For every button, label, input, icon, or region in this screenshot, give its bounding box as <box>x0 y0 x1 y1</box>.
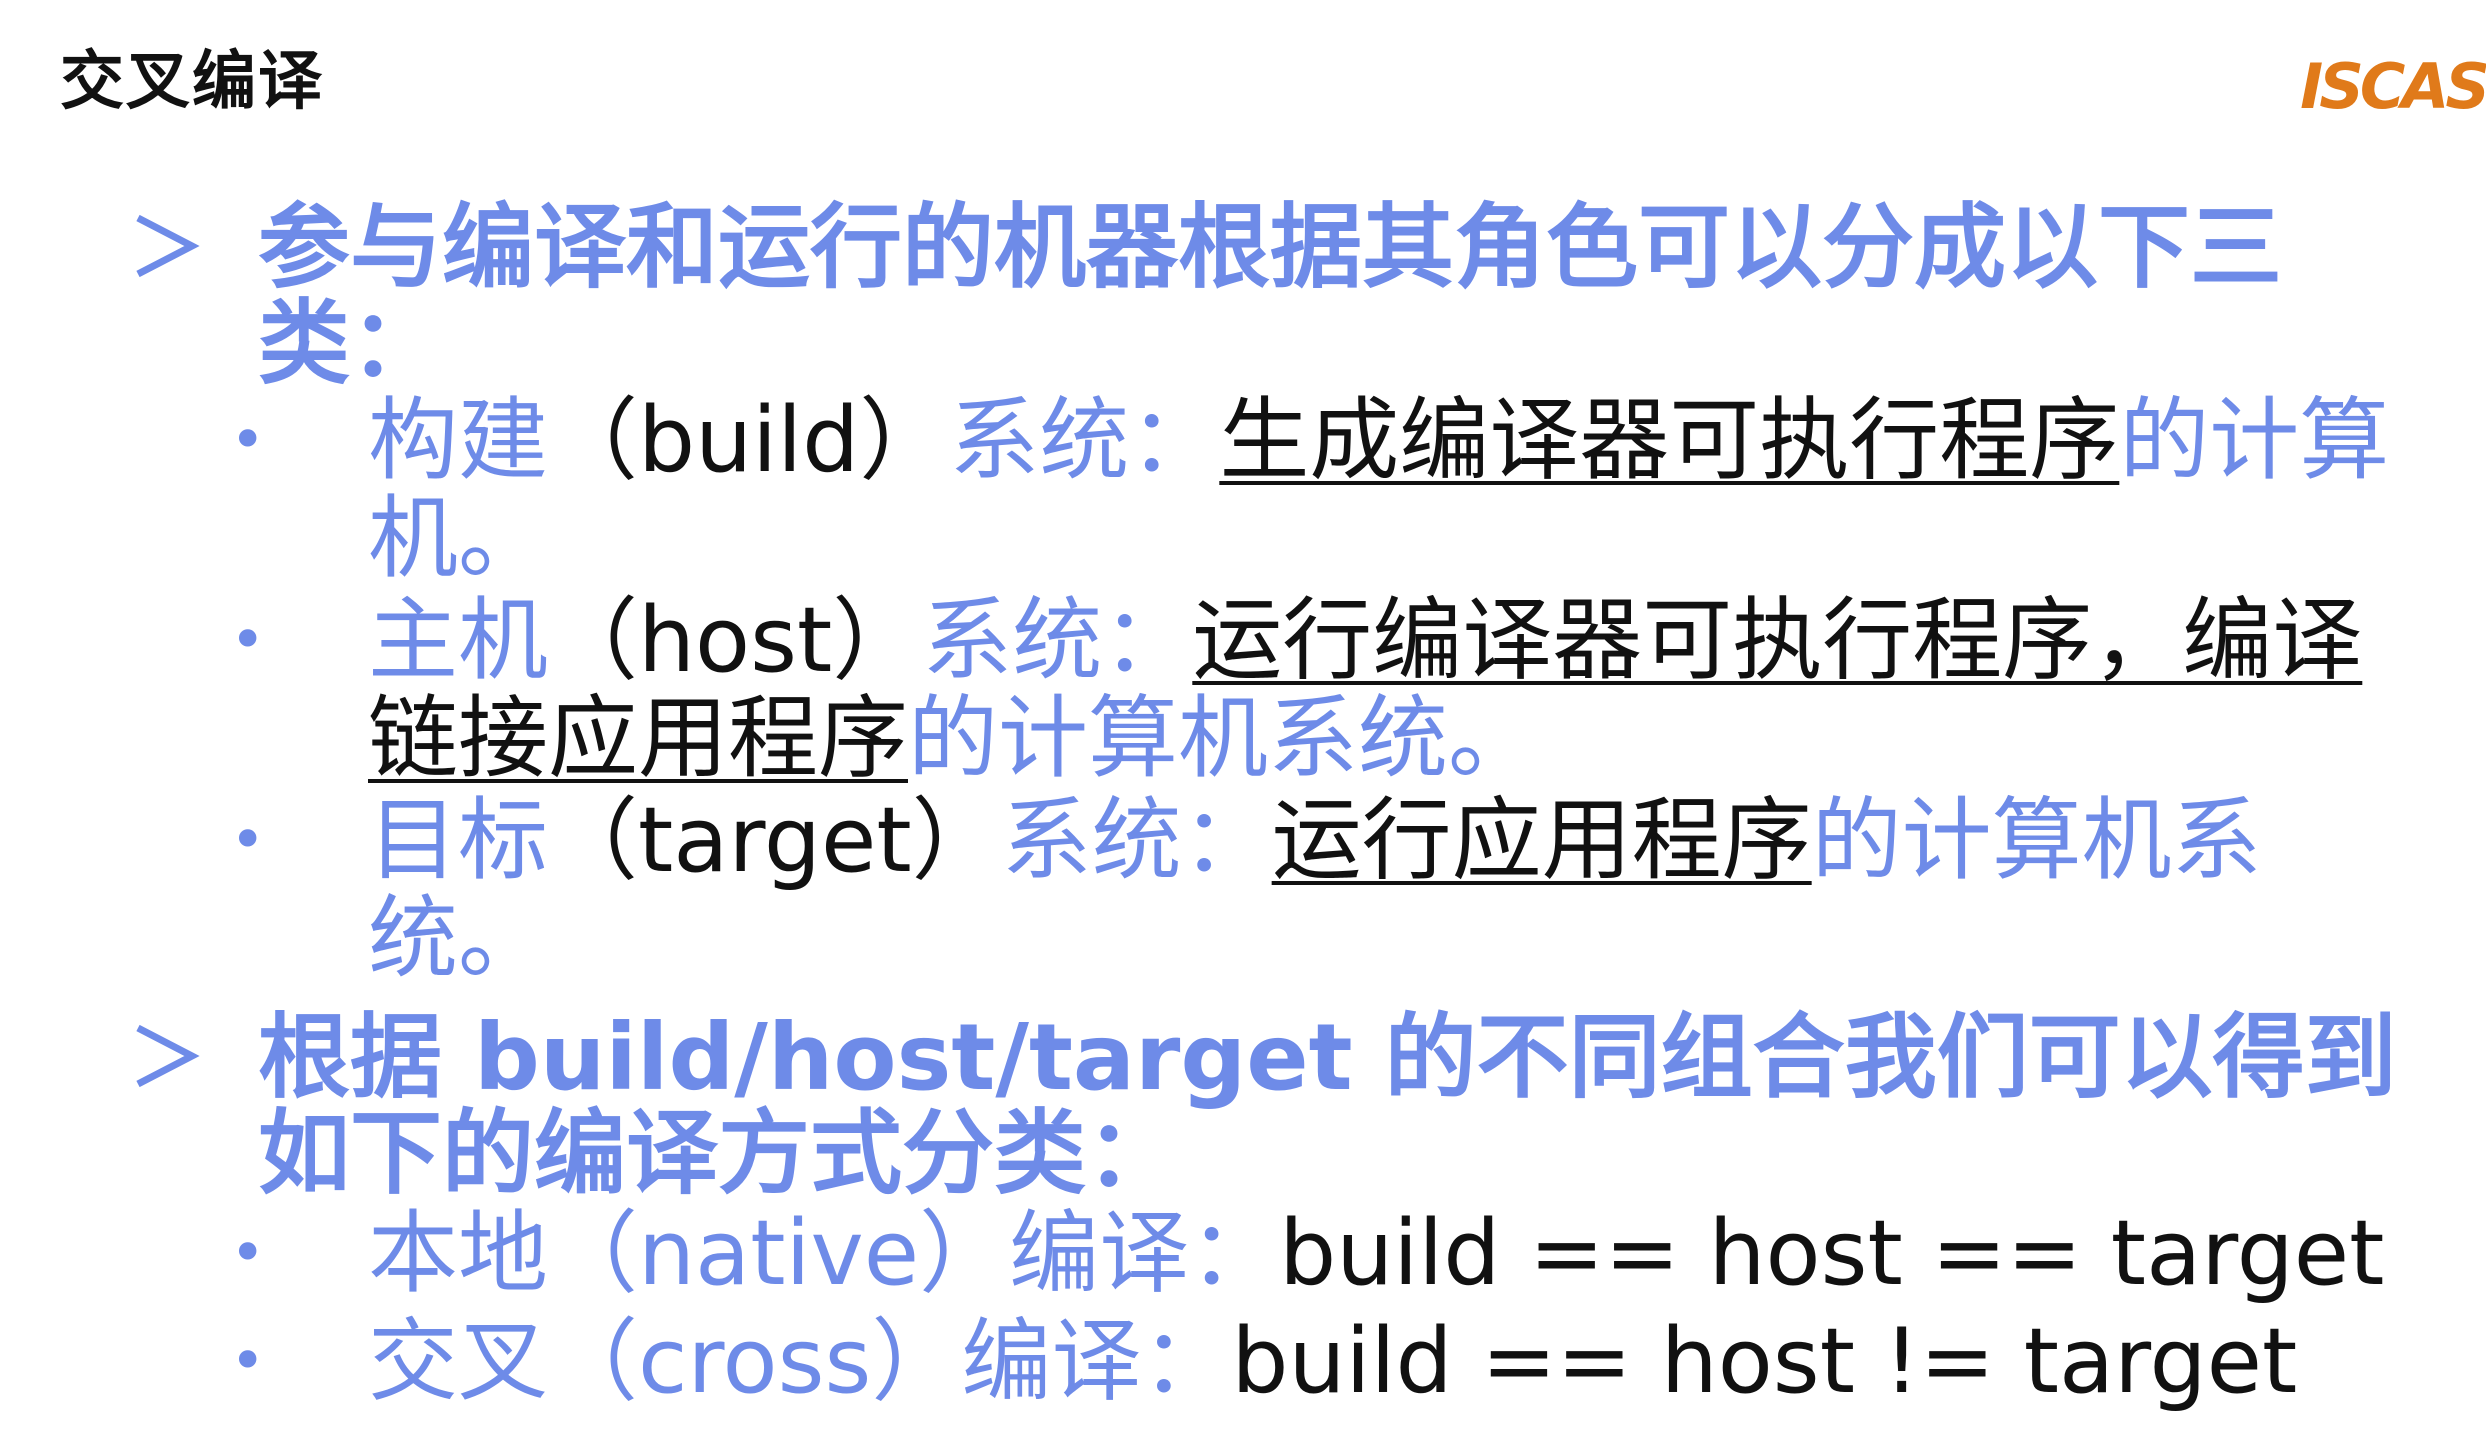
item-term: （target） <box>548 788 1002 893</box>
item-name: 构建 <box>368 388 548 493</box>
item-term: （native） <box>548 1201 1010 1306</box>
arrow-bullet-icon <box>136 1024 200 1088</box>
item-definition: 运行应用程序 <box>1271 788 1812 893</box>
item-role: 编译： <box>1009 1201 1280 1306</box>
item-name: 主机 <box>368 588 548 693</box>
section-heading-text: 根据 build/host/target 的不同组合我们可以得到如下的编译方式分… <box>258 1004 2397 1207</box>
list-item-cross: • 交叉（cross）编译：build == host != target <box>230 1313 2430 1411</box>
dot-bullet-icon: • <box>230 605 266 675</box>
item-role: 编译： <box>961 1309 1232 1414</box>
item-role: 系统： <box>922 588 1193 693</box>
section-heading-1: 参与编译和运行的机器根据其角色可以分成以下三类： <box>130 200 2430 392</box>
item-role: 系统： <box>949 388 1220 493</box>
slide-title: 交叉编译 <box>60 45 324 119</box>
iscas-logo: ISCAS <box>2300 52 2486 122</box>
list-item-text: 目标（target）系统：运行应用程序的计算机系统。 <box>368 792 2430 988</box>
item-name: 本地 <box>368 1201 548 1306</box>
list-item-text: 构建（build）系统：生成编译器可执行程序的计算机。 <box>368 392 2430 588</box>
item-term: （build） <box>548 388 950 493</box>
item-expression: build == host == target <box>1279 1201 2385 1306</box>
item-term: （host） <box>548 588 923 693</box>
dot-bullet-icon: • <box>230 805 266 875</box>
item-role: 系统： <box>1001 788 1272 893</box>
section-heading-text: 参与编译和运行的机器根据其角色可以分成以下三类： <box>258 194 2283 397</box>
slide: 交叉编译 ISCAS 参与编译和运行的机器根据其角色可以分成以下三类： • 构建… <box>0 0 2486 1436</box>
list-item-text: 本地（native）编译：build == host == target <box>368 1205 2430 1303</box>
item-definition: 生成编译器可执行程序 <box>1219 388 2120 493</box>
dot-bullet-icon: • <box>230 1218 266 1288</box>
list-item-target: • 目标（target）系统：运行应用程序的计算机系统。 <box>230 792 2430 988</box>
item-expression: build == host != target <box>1231 1309 2298 1414</box>
dot-bullet-icon: • <box>230 405 266 475</box>
list-item-text: 主机（host）系统：运行编译器可执行程序，编译链接应用程序的计算机系统。 <box>368 592 2430 788</box>
arrow-bullet-icon <box>136 214 200 278</box>
item-name: 目标 <box>368 788 548 893</box>
section-heading-2: 根据 build/host/target 的不同组合我们可以得到如下的编译方式分… <box>130 1010 2430 1202</box>
list-item-host: • 主机（host）系统：运行编译器可执行程序，编译链接应用程序的计算机系统。 <box>230 592 2430 788</box>
dot-bullet-icon: • <box>230 1326 266 1396</box>
item-term: （cross） <box>548 1309 962 1414</box>
item-name: 交叉 <box>368 1309 548 1414</box>
list-item-text: 交叉（cross）编译：build == host != target <box>368 1313 2430 1411</box>
list-item-native: • 本地（native）编译：build == host == target <box>230 1205 2430 1303</box>
list-item-build: • 构建（build）系统：生成编译器可执行程序的计算机。 <box>230 392 2430 588</box>
item-rest: 的计算机系统。 <box>908 686 1538 791</box>
